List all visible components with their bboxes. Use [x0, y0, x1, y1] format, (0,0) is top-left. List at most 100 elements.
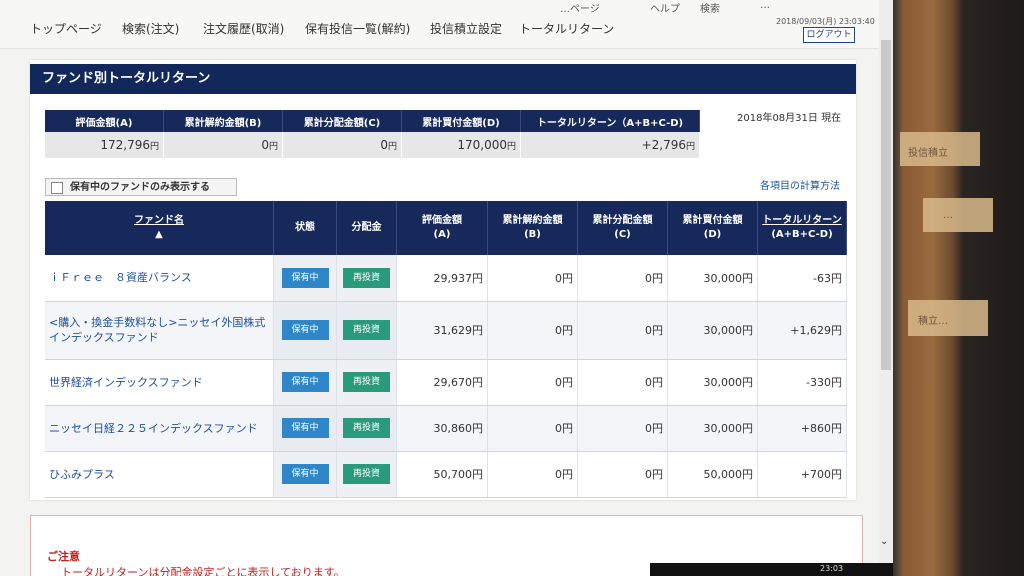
nav-search-order[interactable]: 検索(注文): [122, 20, 179, 37]
summary-total-return: +2,796円: [520, 132, 700, 158]
redeemed-value: 0円: [487, 301, 578, 360]
col-redeemed: 累計解約金額 (B): [487, 201, 578, 255]
distribution-cell: 再投資: [336, 255, 397, 302]
section-title: ファンド別トータルリターン: [30, 64, 856, 94]
purchased-value: 30,000円: [667, 405, 758, 452]
status-badge: 保有中: [281, 372, 329, 392]
status-cell: 保有中: [273, 451, 337, 498]
top-clipped-link[interactable]: …ページ: [560, 0, 600, 15]
distribution-cell: 再投資: [336, 301, 397, 360]
col-distribution: 分配金: [336, 201, 397, 255]
sticky-note: 投信積立: [900, 132, 980, 166]
taskbar: 23:03: [650, 563, 893, 576]
login-timestamp: 2018/09/03(月) 23:03:40: [776, 17, 875, 26]
status-cell: 保有中: [273, 301, 337, 360]
purchased-value: 30,000円: [667, 301, 758, 360]
logout-button[interactable]: ログアウト: [803, 27, 855, 43]
summary-header: 累計分配金額(C): [282, 110, 402, 132]
sticky-note: …: [923, 198, 993, 232]
purchased-value: 50,000円: [667, 451, 758, 498]
redeemed-value: 0円: [487, 359, 578, 406]
vertical-scrollbar[interactable]: ⌄: [879, 0, 893, 576]
distributed-value: 0円: [577, 405, 668, 452]
evaluation-value: 50,700円: [396, 451, 488, 498]
nav-top-page[interactable]: トップページ: [30, 20, 102, 37]
table-row: ｉＦｒｅｅ ８資産バランス 保有中 再投資 29,937円 0円 0円 30,0…: [45, 255, 847, 302]
reinvest-badge: 再投資: [343, 372, 390, 392]
table-row: ニッセイ日経２２５インデックスファンド 保有中 再投資 30,860円 0円 0…: [45, 405, 847, 452]
top-clipped-link[interactable]: 検索: [700, 0, 720, 15]
total-return-value: -63円: [757, 255, 847, 302]
distribution-cell: 再投資: [336, 451, 397, 498]
nav-holdings[interactable]: 保有投信一覧(解約): [305, 20, 410, 37]
purchased-value: 30,000円: [667, 255, 758, 302]
top-clipped-link[interactable]: ヘルプ: [650, 0, 680, 15]
status-cell: 保有中: [273, 255, 337, 302]
nav-total-return[interactable]: トータルリターン: [519, 20, 614, 37]
top-clipped-link[interactable]: …: [760, 0, 770, 11]
total-return-value: -330円: [757, 359, 847, 406]
reinvest-badge: 再投資: [343, 267, 390, 288]
reinvest-badge: 再投資: [343, 418, 390, 438]
nav-savings-setting[interactable]: 投信積立設定: [430, 20, 502, 37]
summary-table: 評価金額(A) 累計解約金額(B) 累計分配金額(C) 累計買付金額(D) トー…: [45, 110, 700, 158]
calculation-method-link[interactable]: 各項目の計算方法: [760, 177, 840, 192]
fund-name-link[interactable]: 世界経済インデックスファンド: [45, 359, 274, 406]
col-purchased: 累計買付金額 (D): [667, 201, 758, 255]
status-cell: 保有中: [273, 359, 337, 406]
distributed-value: 0円: [577, 359, 668, 406]
total-return-value: +860円: [757, 405, 847, 452]
reinvest-badge: 再投資: [343, 464, 390, 484]
status-badge: 保有中: [281, 320, 329, 340]
fund-name-link[interactable]: ひふみプラス: [45, 451, 274, 498]
summary-value: 172,796円: [45, 132, 164, 158]
summary-header: 累計解約金額(B): [163, 110, 283, 132]
redeemed-value: 0円: [487, 255, 578, 302]
redeemed-value: 0円: [487, 405, 578, 452]
col-distributed: 累計分配金額 (C): [577, 201, 668, 255]
col-fund-name[interactable]: ファンド名 ▲: [45, 201, 274, 255]
status-badge: 保有中: [281, 267, 329, 288]
summary-value: 0円: [163, 132, 283, 158]
distribution-cell: 再投資: [336, 359, 397, 406]
purchased-value: 30,000円: [667, 359, 758, 406]
fund-name-link[interactable]: <購入・換金手数料なし>ニッセイ外国株式インデックスファンド: [45, 301, 274, 360]
evaluation-value: 31,629円: [396, 301, 488, 360]
distributed-value: 0円: [577, 255, 668, 302]
holdings-only-checkbox[interactable]: 保有中のファンドのみ表示する: [45, 178, 237, 196]
total-return-value: +1,629円: [757, 301, 847, 360]
sticky-note: 積立…: [908, 300, 988, 336]
fund-table: ファンド名 ▲ 状態 分配金 評価金額 (A) 累計解約金額 (B) 累計分配金額(…: [45, 201, 847, 498]
monitor-bezel: 投信積立 … 積立…: [893, 0, 1024, 576]
fund-table-header: ファンド名 ▲ 状態 分配金 評価金額 (A) 累計解約金額 (B) 累計分配金額(…: [45, 201, 847, 255]
table-row: 世界経済インデックスファンド 保有中 再投資 29,670円 0円 0円 30,…: [45, 359, 847, 406]
evaluation-value: 29,670円: [396, 359, 488, 406]
summary-value: 0円: [282, 132, 402, 158]
summary-header: 累計買付金額(D): [401, 110, 521, 132]
sort-ascending-icon[interactable]: ▲: [155, 229, 163, 240]
scrollbar-thumb[interactable]: [881, 40, 891, 370]
as-of-date: 2018年08月31日 現在: [737, 113, 842, 124]
top-navigation: …ページ ヘルプ 検索 … トップページ 検索(注文) 注文履歴(取消) 保有投…: [0, 0, 893, 49]
status-cell: 保有中: [273, 405, 337, 452]
redeemed-value: 0円: [487, 451, 578, 498]
evaluation-value: 30,860円: [396, 405, 488, 452]
total-return-value: +700円: [757, 451, 847, 498]
summary-header: トータルリターン（A+B+C-D): [520, 110, 700, 132]
distribution-cell: 再投資: [336, 405, 397, 452]
col-evaluation: 評価金額 (A): [396, 201, 488, 255]
col-total-return[interactable]: トータルリターン (A+B+C-D): [757, 201, 847, 255]
col-status: 状態: [273, 201, 337, 255]
nav-order-history[interactable]: 注文履歴(取消): [203, 20, 284, 37]
reinvest-badge: 再投資: [343, 320, 390, 340]
summary-header: 評価金額(A): [45, 110, 164, 132]
distributed-value: 0円: [577, 451, 668, 498]
fund-name-link[interactable]: ｉＦｒｅｅ ８資産バランス: [45, 255, 274, 302]
status-badge: 保有中: [281, 464, 329, 484]
browser-viewport: …ページ ヘルプ 検索 … トップページ 検索(注文) 注文履歴(取消) 保有投…: [0, 0, 893, 576]
taskbar-clock: 23:03: [820, 564, 844, 573]
fund-name-link[interactable]: ニッセイ日経２２５インデックスファンド: [45, 405, 274, 452]
distributed-value: 0円: [577, 301, 668, 360]
checkbox-icon[interactable]: [51, 182, 63, 194]
chevron-down-icon[interactable]: ⌄: [880, 536, 888, 547]
